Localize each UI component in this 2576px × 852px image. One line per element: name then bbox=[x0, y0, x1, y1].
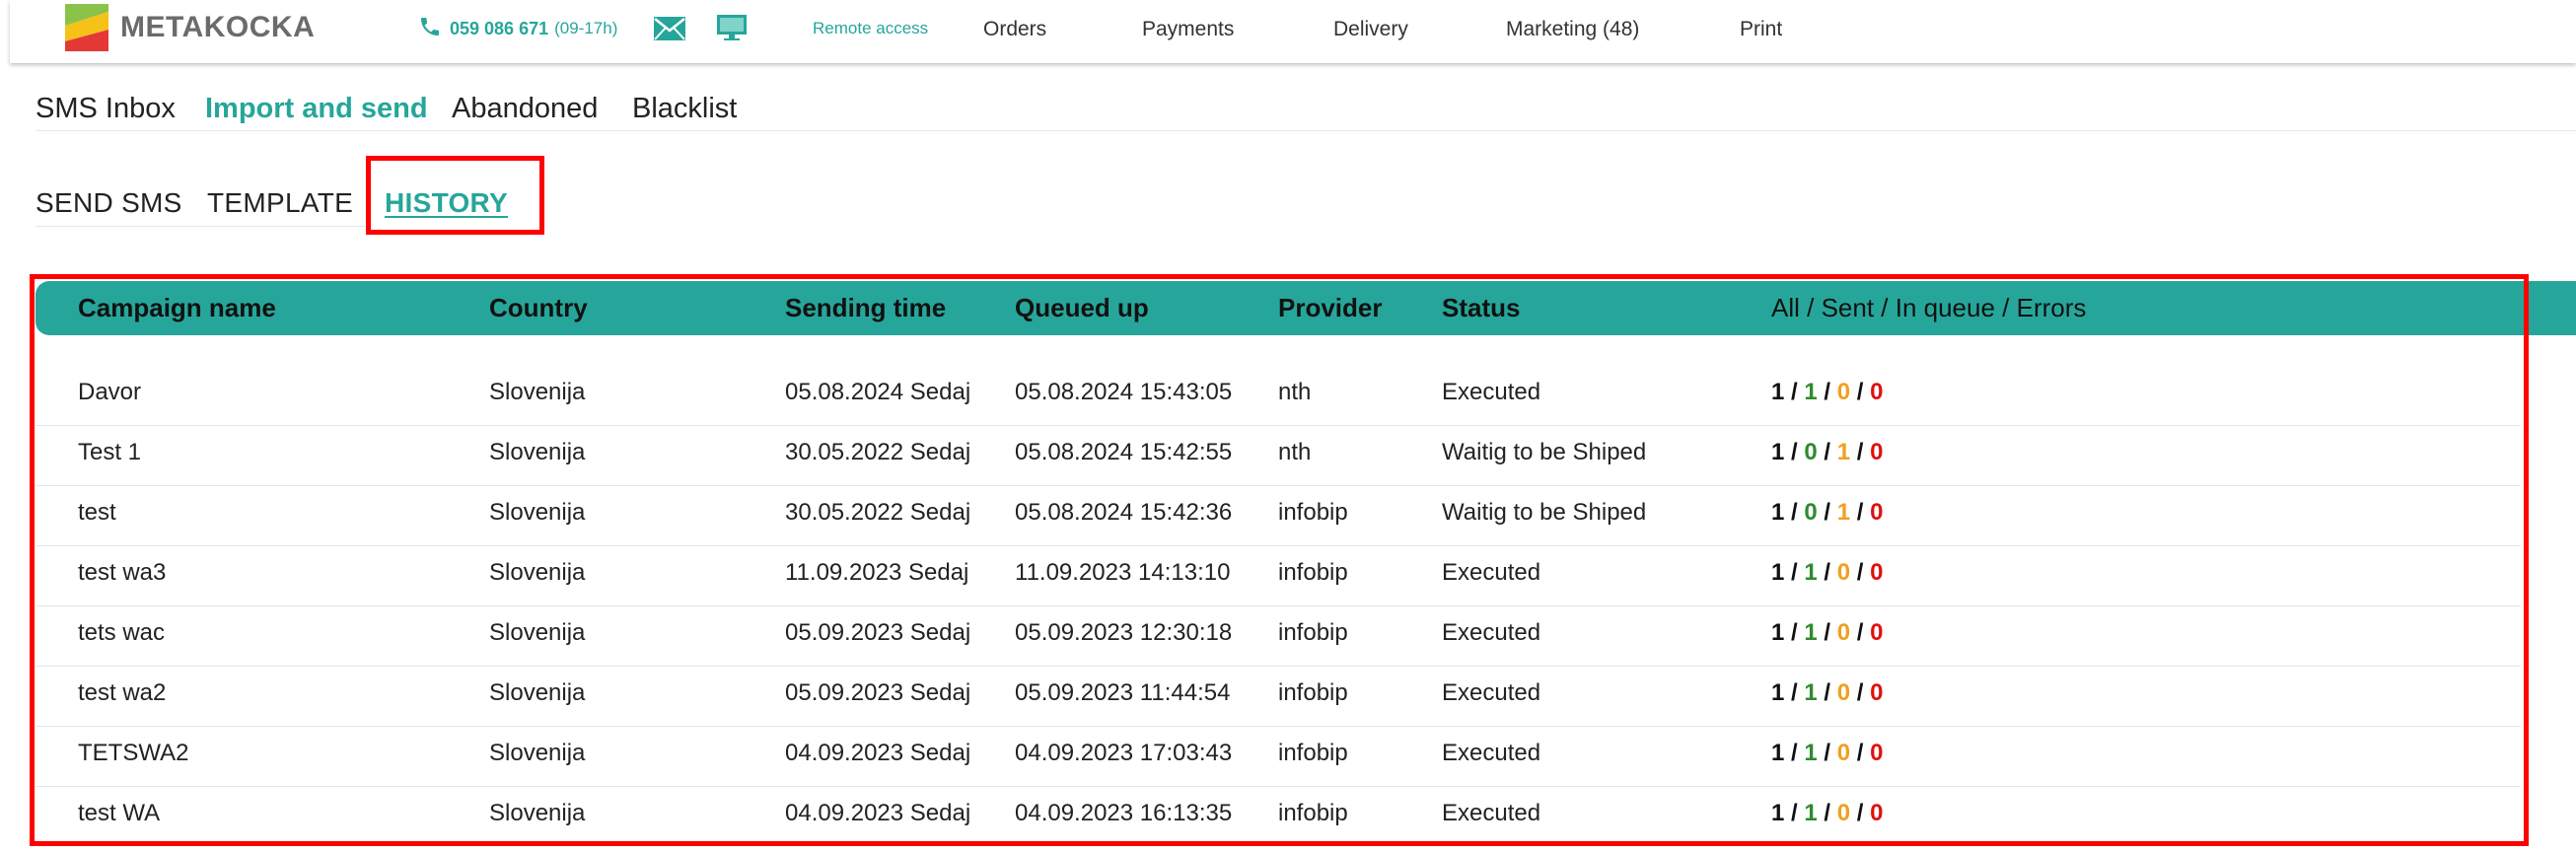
tab-send-sms[interactable]: SEND SMS bbox=[36, 187, 182, 219]
tab-template[interactable]: TEMPLATE bbox=[207, 187, 353, 219]
phone-number[interactable]: 059 086 671 bbox=[450, 19, 548, 39]
top-header: METAKOCKA 059 086 671 (09-17h) Remote ac… bbox=[10, 0, 2576, 63]
logo-text: METAKOCKA bbox=[120, 11, 316, 43]
subtabs-divider bbox=[36, 226, 371, 227]
remote-access-link[interactable]: Remote access bbox=[813, 19, 928, 38]
tab-blacklist[interactable]: Blacklist bbox=[632, 93, 737, 125]
nav-print[interactable]: Print bbox=[1740, 18, 1782, 41]
phone-hours: (09-17h) bbox=[554, 19, 618, 37]
highlight-box-table bbox=[30, 274, 2529, 846]
tab-abandoned[interactable]: Abandoned bbox=[452, 93, 598, 125]
nav-orders[interactable]: Orders bbox=[983, 18, 1046, 41]
tab-import-and-send[interactable]: Import and send bbox=[205, 93, 428, 125]
contact-info: 059 086 671 (09-17h) Remote access bbox=[418, 12, 928, 45]
tab-sms-inbox[interactable]: SMS Inbox bbox=[36, 93, 176, 125]
logo[interactable]: METAKOCKA bbox=[63, 0, 315, 55]
monitor-icon[interactable] bbox=[716, 14, 748, 46]
logo-icon bbox=[63, 2, 110, 53]
highlight-box-history bbox=[366, 156, 544, 235]
phone-icon bbox=[418, 15, 442, 43]
nav-delivery[interactable]: Delivery bbox=[1333, 18, 1408, 41]
nav-payments[interactable]: Payments bbox=[1142, 18, 1234, 41]
nav-marketing[interactable]: Marketing (48) bbox=[1506, 18, 1639, 41]
tabs-divider bbox=[36, 130, 2576, 131]
mail-icon[interactable] bbox=[653, 16, 686, 46]
